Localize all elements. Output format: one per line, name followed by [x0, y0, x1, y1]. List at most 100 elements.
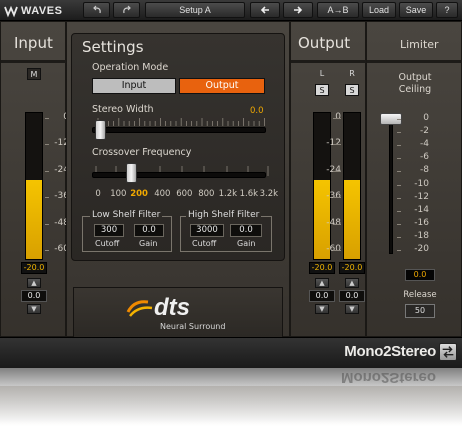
output-left-label: L: [319, 69, 325, 78]
arrow-left-icon: [260, 6, 269, 14]
low-shelf-title: Low Shelf Filter: [90, 210, 163, 220]
dts-subtitle: Neural Surround: [160, 322, 226, 331]
input-gain-value[interactable]: 0.0: [21, 290, 47, 302]
output-scale-label: -12: [326, 138, 341, 149]
limiter-title: Limiter: [400, 38, 439, 51]
output-right-solo-button[interactable]: S: [345, 84, 359, 96]
input-up-arrow[interactable]: ▲: [27, 278, 41, 288]
ceiling-scale-label: -14: [414, 204, 429, 215]
output-right-peak-value[interactable]: -20.0: [339, 262, 365, 274]
output-scale-tick: [333, 118, 341, 119]
output-left-down-arrow[interactable]: ▼: [315, 304, 329, 314]
settings-title: Settings: [82, 38, 144, 56]
crossover-frequency-option[interactable]: 100: [110, 189, 126, 199]
load-button[interactable]: Load: [362, 2, 396, 18]
high-shelf-gain-value[interactable]: 0.0: [230, 224, 262, 237]
input-scale-tick: [45, 197, 49, 199]
mode-input-button[interactable]: Input: [92, 78, 176, 94]
dts-logo-icon: [126, 300, 153, 317]
window-reflection: Mono2Stereo: [0, 368, 462, 447]
ceiling-scale-label: -16: [414, 217, 429, 228]
ceiling-scale-tick: [397, 197, 401, 199]
next-preset-button[interactable]: [283, 2, 313, 18]
output-left-gain-value[interactable]: 0.0: [309, 290, 335, 302]
output-right-label: R: [349, 69, 355, 78]
redo-button[interactable]: [113, 2, 140, 18]
low-shelf-gain-value[interactable]: 0.0: [134, 224, 164, 237]
crossover-frequency-option[interactable]: 0: [95, 189, 100, 199]
input-scale-tick: [45, 118, 49, 119]
crossover-frequency-option[interactable]: 1.6k: [240, 189, 258, 199]
input-scale-tick: [45, 144, 49, 146]
ceiling-slider-track[interactable]: [389, 114, 393, 254]
input-section: Input M 0-12-24-36-48-60 -20.0 ▲ 0.0 ▼: [0, 21, 69, 337]
ceiling-scale-tick: [397, 171, 401, 173]
low-shelf-cutoff-label: Cutoff: [95, 239, 120, 248]
output-left-up-arrow[interactable]: ▲: [315, 278, 329, 288]
crossover-frequency-option[interactable]: 600: [176, 189, 192, 199]
crossover-slider-knob[interactable]: [126, 163, 137, 183]
high-shelf-cutoff-label: Cutoff: [192, 239, 217, 248]
high-shelf-cutoff-value[interactable]: 3000: [190, 224, 224, 237]
waves-logo: WAVES: [4, 3, 62, 18]
output-right-down-arrow[interactable]: ▼: [345, 304, 359, 314]
stereo-width-value: 0.0: [250, 106, 264, 116]
crossover-frequency-option[interactable]: 800: [198, 189, 214, 199]
prev-preset-button[interactable]: [250, 2, 280, 18]
dts-logo-panel: dts Neural Surround: [73, 287, 283, 341]
waves-logo-text: WAVES: [21, 4, 63, 17]
save-button[interactable]: Save: [399, 2, 433, 18]
output-section: Output L R S S 0 -12 -24 -36 -48 -60 -20.0 -2…: [290, 21, 367, 337]
undo-button[interactable]: [83, 2, 110, 18]
ceiling-scale-tick: [397, 119, 401, 120]
output-left-peak-value[interactable]: -20.0: [309, 262, 335, 274]
crossover-frequency-option[interactable]: 400: [154, 189, 170, 199]
ceiling-scale-label: -10: [414, 178, 429, 189]
mode-output-button[interactable]: Output: [179, 78, 265, 94]
ceiling-value[interactable]: 0.0: [405, 269, 435, 281]
ceiling-scale-label: -18: [414, 230, 429, 241]
high-shelf-title: High Shelf Filter: [186, 210, 262, 220]
crossover-frequency-option[interactable]: 200: [130, 189, 148, 199]
reflection-product-name: Mono2Stereo: [340, 369, 436, 386]
output-scale-label: -36: [326, 191, 341, 202]
output-scale-tick: [333, 170, 341, 172]
output-right-up-arrow[interactable]: ▲: [345, 278, 359, 288]
ceiling-scale-tick: [397, 158, 401, 160]
stereo-width-slider-knob[interactable]: [95, 120, 106, 140]
crossover-frequency-option[interactable]: 1.2k: [219, 189, 237, 199]
swap-icon[interactable]: [439, 343, 457, 361]
ceiling-scale-tick: [397, 210, 401, 212]
input-peak-value[interactable]: -20.0: [21, 262, 47, 274]
stereo-width-ticks: [97, 118, 265, 126]
help-button[interactable]: ?: [436, 2, 458, 18]
ceiling-scale-tick: [397, 223, 401, 225]
ceiling-scale-label: -6: [420, 152, 429, 163]
input-meter-level: [26, 180, 42, 259]
crossover-frequency-option[interactable]: 3.2k: [260, 189, 278, 199]
limiter-section: Limiter Output Ceiling 0 -2 -4 -6 -8 -10 -12 -1…: [366, 21, 462, 337]
crossover-slider-track[interactable]: [92, 172, 266, 178]
input-scale-tick: [45, 250, 49, 251]
reflection-body: [0, 386, 462, 426]
operation-mode-label: Operation Mode: [92, 62, 169, 73]
preset-name[interactable]: Setup A: [145, 2, 245, 18]
ceiling-scale-label: -12: [414, 191, 429, 202]
output-right-gain-value[interactable]: 0.0: [339, 290, 365, 302]
output-scale-tick: [333, 223, 341, 225]
output-scale-label: -24: [326, 164, 341, 175]
input-scale-tick: [45, 170, 49, 172]
arrow-right-icon: [294, 6, 303, 14]
toolbar: WAVES Setup A A→B Load Save ?: [0, 0, 462, 21]
input-down-arrow[interactable]: ▼: [27, 304, 41, 314]
low-shelf-cutoff-value[interactable]: 300: [94, 224, 124, 237]
low-shelf-gain-label: Gain: [139, 239, 158, 248]
output-right-meter: [343, 112, 361, 260]
output-left-solo-button[interactable]: S: [315, 84, 329, 96]
stereo-width-slider-track[interactable]: [92, 127, 266, 133]
output-right-meter-level: [344, 180, 360, 259]
input-meter: [25, 112, 43, 260]
compare-button[interactable]: A→B: [317, 2, 359, 18]
divider: [1, 60, 67, 63]
release-value[interactable]: 50: [405, 304, 435, 318]
